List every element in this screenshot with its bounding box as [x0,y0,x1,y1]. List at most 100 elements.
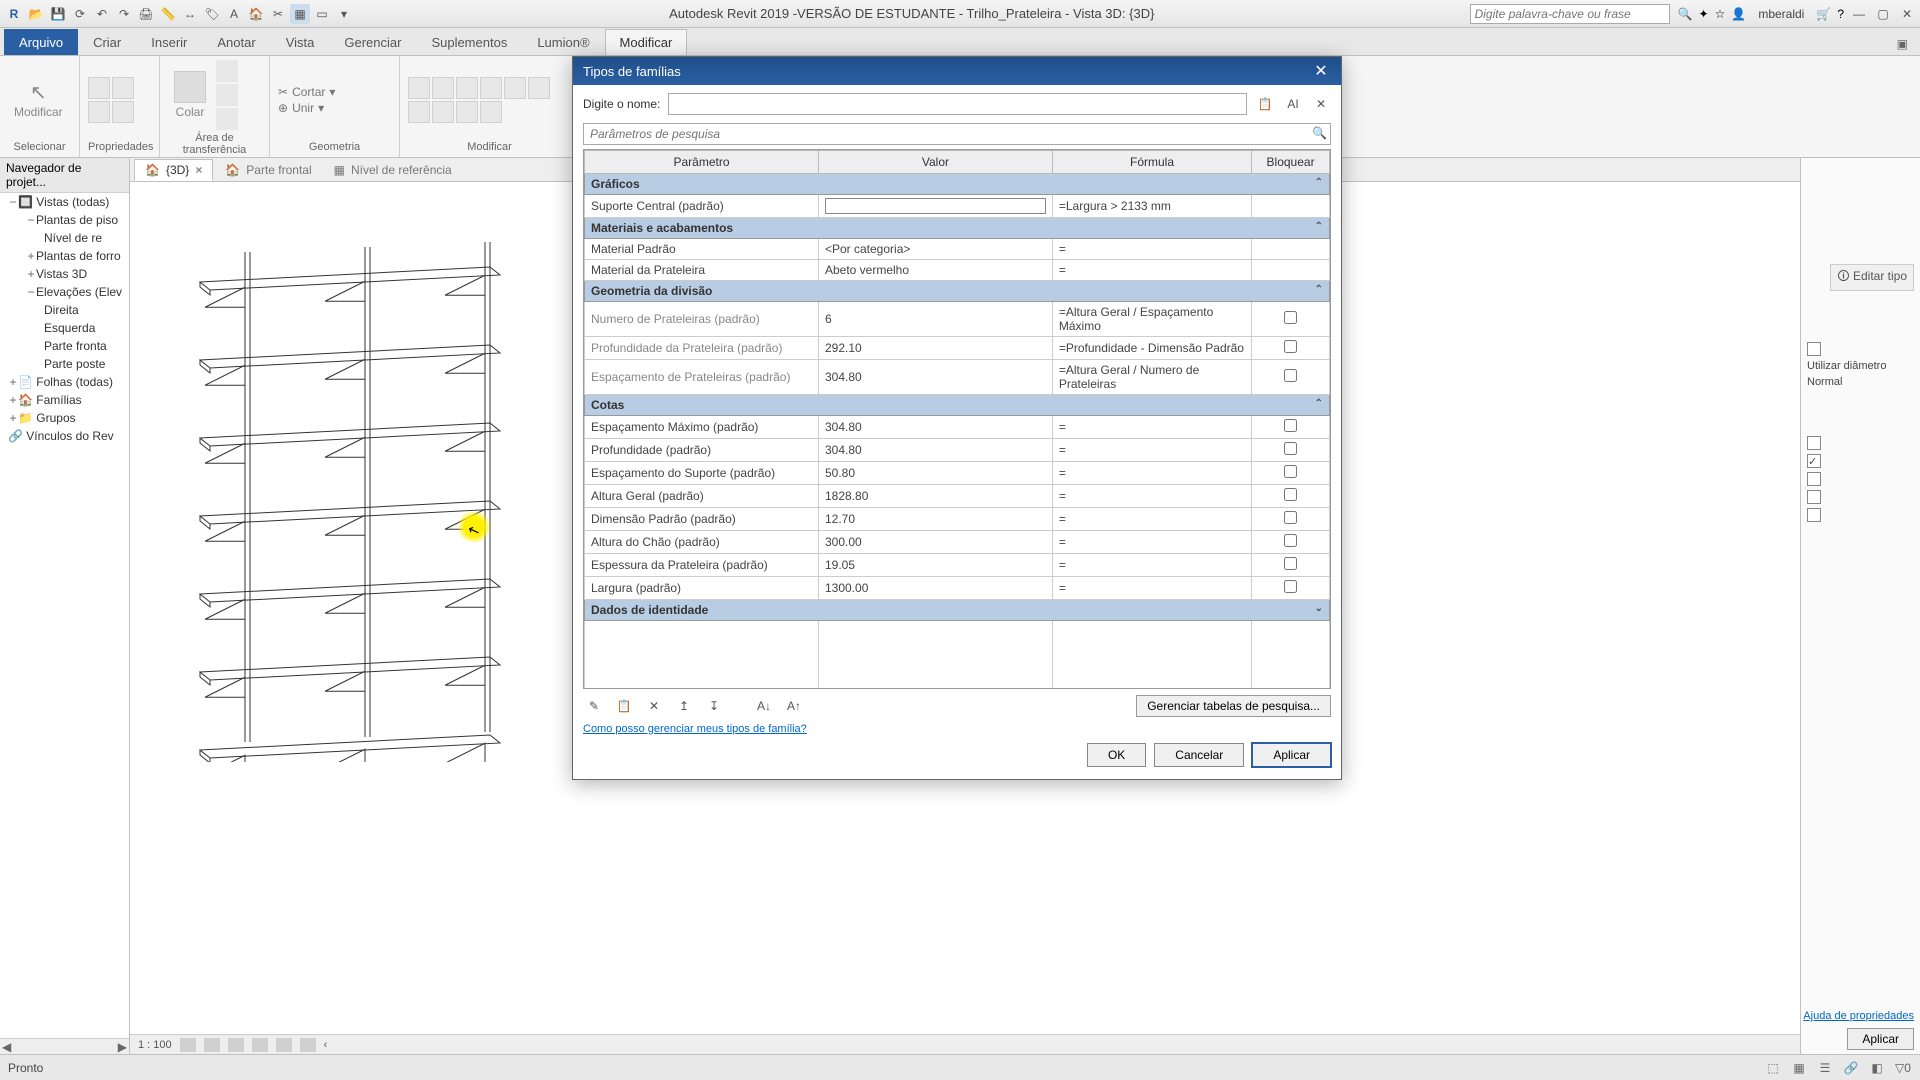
sb-icon[interactable]: ▦ [1790,1061,1808,1075]
thinlines-icon[interactable]: ▦ [290,4,310,24]
param-row[interactable]: Material da PrateleiraAbeto vermelho= [585,260,1330,281]
tree-item[interactable]: +🏠 Famílias [8,391,129,409]
param-row[interactable]: Profundidade (padrão)304.80= [585,439,1330,462]
dialog-close-button[interactable]: ✕ [1311,61,1331,81]
sort-asc-icon[interactable]: A↓ [753,695,775,717]
mod-icon[interactable] [408,77,430,99]
dialog-titlebar[interactable]: Tipos de famílias ✕ [573,57,1341,85]
tab-lumion[interactable]: Lumion® [522,29,604,55]
minimize-button[interactable]: — [1850,5,1868,23]
param-row[interactable]: Dimensão Padrão (padrão)12.70= [585,508,1330,531]
lock-checkbox[interactable] [1284,580,1297,593]
delete-param-icon[interactable]: ✕ [643,695,665,717]
checkbox[interactable] [1807,342,1821,356]
open-icon[interactable]: 📂 [26,4,46,24]
lock-checkbox[interactable] [1284,557,1297,570]
properties-help-link[interactable]: Ajuda de propriedades [1803,1010,1914,1022]
sort-desc-icon[interactable]: A↑ [783,695,805,717]
checkbox[interactable] [1807,508,1821,522]
new-type-icon[interactable]: 📋 [1255,94,1275,114]
prop-icon-2[interactable] [112,77,134,99]
save-icon[interactable]: 💾 [48,4,68,24]
view-tab-level[interactable]: ▦ Nível de referência [324,160,462,180]
visual-style-icon[interactable] [204,1038,220,1052]
param-row[interactable]: Espaçamento de Prateleiras (padrão)304.8… [585,360,1330,395]
col-valor[interactable]: Valor [818,151,1052,174]
ribbon-collapse-icon[interactable]: ▣ [1893,33,1912,55]
tab-modificar[interactable]: Modificar [605,29,688,55]
param-row[interactable]: Material Padrão<Por categoria>= [585,239,1330,260]
redo-icon[interactable]: ↷ [114,4,134,24]
join-geom-button[interactable]: ⊕ Unir ▾ [278,101,335,115]
new-param-icon[interactable]: ✎ [583,695,605,717]
param-row[interactable]: Altura Geral (padrão)1828.80= [585,485,1330,508]
crop-icon[interactable] [276,1038,292,1052]
param-row[interactable]: Altura do Chão (padrão)300.00= [585,531,1330,554]
tree-item[interactable]: Direita [8,301,129,319]
cart-icon[interactable]: 🛒 [1816,7,1831,21]
param-row[interactable]: Espaçamento do Suporte (padrão)50.80= [585,462,1330,485]
hide-icon[interactable] [300,1038,316,1052]
search-icon[interactable]: 🔍 [1678,7,1693,21]
print-icon[interactable]: 🖨 [136,4,156,24]
tree-item[interactable]: −Plantas de piso [8,211,129,229]
tree-item[interactable]: 🔗 Vínculos do Rev [8,427,129,445]
match-icon[interactable] [216,108,238,130]
browser-scrollbar[interactable]: ◀▶ [0,1038,129,1054]
user-icon[interactable]: 👤 [1731,7,1746,21]
mod-icon[interactable] [456,77,478,99]
prop-icon-3[interactable] [88,101,110,123]
movedown-icon[interactable]: ↧ [703,695,725,717]
mod-icon[interactable] [408,101,430,123]
edit-type-button[interactable]: 🛈 Editar tipo [1830,264,1914,291]
user-name[interactable]: mberaldi [1758,7,1804,21]
lock-checkbox[interactable] [1284,442,1297,455]
section-icon[interactable]: ✂ [268,4,288,24]
tag-icon[interactable]: 🏷 [202,4,222,24]
sb-filter-icon[interactable]: ▽0 [1894,1061,1912,1075]
tab-gerenciar[interactable]: Gerenciar [329,29,416,55]
checkbox[interactable] [1807,436,1821,450]
ok-button[interactable]: OK [1087,743,1146,767]
lock-checkbox[interactable] [1284,340,1297,353]
checkbox[interactable]: ✓ [1807,454,1821,468]
tree-item[interactable]: Nível de re [8,229,129,247]
sb-icon[interactable]: ☰ [1816,1061,1834,1075]
help-link[interactable]: Como posso gerenciar meus tipos de famíl… [583,723,807,735]
lock-checkbox[interactable] [1284,419,1297,432]
mod-icon[interactable] [504,77,526,99]
lock-checkbox[interactable] [1284,511,1297,524]
apply-button[interactable]: Aplicar [1252,743,1331,767]
sync-icon[interactable]: ⟳ [70,4,90,24]
close-hidden-icon[interactable]: ▭ [312,4,332,24]
param-row[interactable]: Suporte Central (padrão)=Largura > 2133 … [585,195,1330,218]
type-name-select[interactable] [668,93,1247,115]
param-row[interactable]: Espessura da Prateleira (padrão)19.05= [585,554,1330,577]
favorite-icon[interactable]: ☆ [1715,7,1726,21]
tab-criar[interactable]: Criar [78,29,136,55]
close-icon[interactable]: × [195,163,202,177]
sun-path-icon[interactable] [228,1038,244,1052]
checkbox[interactable] [1807,490,1821,504]
copy-icon[interactable] [216,84,238,106]
group-graficos[interactable]: Gráficos⌃ [585,174,1330,195]
lock-checkbox[interactable] [1284,534,1297,547]
tab-inserir[interactable]: Inserir [136,29,202,55]
properties-apply-button[interactable]: Aplicar [1847,1028,1914,1050]
tree-item[interactable]: Parte poste [8,355,129,373]
delete-type-icon[interactable]: ✕ [1311,94,1331,114]
search-icon[interactable]: 🔍 [1312,126,1327,140]
undo-icon[interactable]: ↶ [92,4,112,24]
param-row[interactable]: Espaçamento Máximo (padrão)304.80= [585,416,1330,439]
moveup-icon[interactable]: ↥ [673,695,695,717]
modify-button[interactable]: ↖Modificar [8,76,69,123]
group-cotas[interactable]: Cotas⌃ [585,395,1330,416]
detail-level-icon[interactable] [180,1038,196,1052]
text-icon[interactable]: A [224,4,244,24]
cut-icon[interactable] [216,60,238,82]
paste-button[interactable]: Colar [168,67,212,123]
tree-item[interactable]: Esquerda [8,319,129,337]
tree-item[interactable]: −🔲 Vistas (todas) [8,193,129,211]
col-bloquear[interactable]: Bloquear [1252,151,1330,174]
tree-item[interactable]: Parte fronta [8,337,129,355]
